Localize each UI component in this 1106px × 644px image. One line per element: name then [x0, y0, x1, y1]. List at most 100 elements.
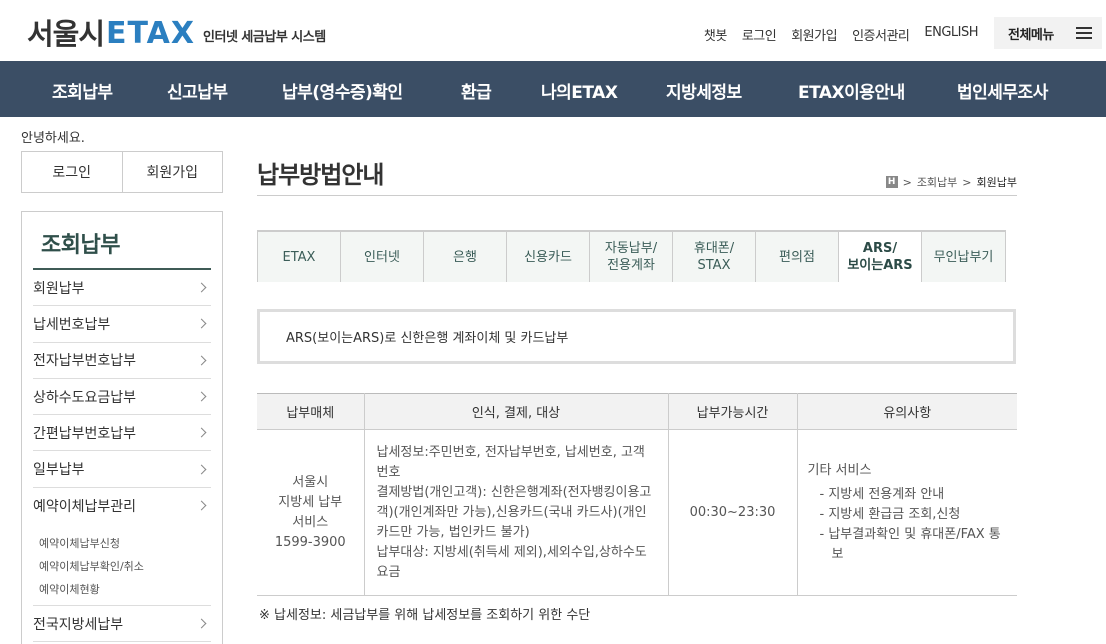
title-divider: [257, 195, 1017, 196]
side-submenu: 예약이체납부신청 예약이체납부확인/취소 예약이체현황: [33, 524, 211, 607]
all-menu-button[interactable]: 전체메뉴: [994, 17, 1102, 49]
chevron-right-icon: [196, 618, 207, 629]
side-menu-title: 조회납부: [33, 212, 211, 270]
util-login-link[interactable]: 로그인: [742, 25, 777, 44]
home-icon[interactable]: H: [885, 176, 898, 188]
desc-target: 납부대상: 지방세(취득세 제외),세외수입,상하수도요금: [376, 544, 647, 580]
tab-convenience-store[interactable]: 편의점: [756, 232, 839, 282]
side-item-label: 상하수도요금납부: [33, 389, 137, 406]
breadcrumb-item-1[interactable]: 조회납부: [917, 174, 957, 190]
side-join-button[interactable]: 회원가입: [121, 152, 223, 192]
side-item-label: 전자납부번호납부: [33, 353, 137, 370]
side-item-label: 간편납부번호납부: [33, 425, 137, 442]
media-line: 지방세 납부: [278, 494, 343, 510]
side-item-label: 예약이체납부관리: [33, 498, 137, 515]
nav-item-inquiry-pay[interactable]: 조회납부: [52, 78, 113, 103]
desc-payment-method: 결제방법(개인고객): 신한은행계좌(전자뱅킹이용고객)(개인계좌만 가능),신…: [376, 484, 652, 540]
tab-label: ARS/: [862, 241, 898, 256]
tab-label: 신용카드: [524, 249, 572, 265]
side-item-partial-pay[interactable]: 일부납부: [33, 451, 211, 488]
logo-seoul-text: 서울시: [27, 17, 105, 51]
chevron-right-icon: [196, 391, 207, 402]
nav-item-corp-audit[interactable]: 법인세무조사: [957, 78, 1048, 103]
cell-notes: 기타 서비스 지방세 전용계좌 안내 지방세 환급금 조회,신청 납부결과확인 …: [797, 429, 1017, 596]
side-item-label: 일부납부: [33, 462, 85, 479]
table-row: 서울시 지방세 납부 서비스 1599-3900 납세정보:주민번호, 전자납부…: [257, 429, 1017, 596]
chevron-right-icon: [196, 282, 207, 293]
logo-etax-text: ETAX: [106, 16, 196, 51]
nav-item-my-etax[interactable]: 나의ETAX: [541, 78, 618, 103]
side-item-label: 회원납부: [33, 280, 85, 297]
side-item-simple-pay[interactable]: 간편납부번호납부: [33, 415, 211, 452]
side-sub-item-reserve-apply[interactable]: 예약이체납부신청: [39, 532, 211, 555]
list-item: 지방세 전용계좌 안내: [818, 485, 1008, 505]
col-header-time: 납부가능시간: [668, 393, 798, 430]
notes-title: 기타 서비스: [807, 462, 872, 478]
util-english-link[interactable]: ENGLISH: [924, 25, 978, 44]
nav-item-refund[interactable]: 환급: [461, 78, 492, 103]
chevron-right-icon: [196, 464, 207, 475]
col-header-desc: 인식, 결제, 대상: [364, 393, 669, 430]
tab-ars[interactable]: ARS/보이는ARS: [839, 232, 922, 282]
side-sub-item-reserve-check[interactable]: 예약이체납부확인/취소: [39, 555, 211, 578]
side-item-water-pay[interactable]: 상하수도요금납부: [33, 379, 211, 416]
greeting-text: 안녕하세요.: [21, 131, 85, 146]
col-header-media: 납부매체: [257, 393, 365, 430]
payment-info-table: 납부매체 인식, 결제, 대상 납부가능시간 유의사항 서울시 지방세 납부 서…: [257, 393, 1017, 596]
media-line: 서비스: [292, 514, 329, 530]
media-line: 서울시: [292, 474, 329, 490]
side-sub-item-reserve-status[interactable]: 예약이체현황: [39, 578, 211, 601]
tab-mobile-stax[interactable]: 휴대폰/STAX: [673, 232, 756, 282]
tab-kiosk[interactable]: 무인납부기: [922, 232, 1005, 282]
tab-label-line2: 보이는ARS: [847, 258, 913, 273]
tab-label: 은행: [453, 249, 477, 265]
list-item: 납부결과확인 및 휴대폰/FAX 통보: [818, 525, 1008, 565]
info-text: ARS(보이는ARS)로 신한은행 계좌이체 및 카드납부: [286, 331, 569, 346]
nav-item-report-pay[interactable]: 신고납부: [167, 78, 228, 103]
side-item-taxno-pay[interactable]: 납세번호납부: [33, 306, 211, 343]
footnote: ※ 납세정보: 세금납부를 위해 납세정보를 조회하기 위한 수단: [259, 608, 591, 623]
cell-time: 00:30~23:30: [668, 429, 798, 596]
chevron-right-icon: [196, 500, 207, 511]
cell-desc: 납세정보:주민번호, 전자납부번호, 납세번호, 고객번호 결제방법(개인고객)…: [364, 429, 669, 596]
chevron-right-icon: [196, 355, 207, 366]
info-box: ARS(보이는ARS)로 신한은행 계좌이체 및 카드납부: [257, 309, 1016, 364]
breadcrumb-sep: >: [962, 175, 972, 189]
tab-label-line2: 전용계좌: [607, 258, 655, 273]
col-header-notes: 유의사항: [797, 393, 1017, 430]
side-item-national-pay[interactable]: 전국지방세납부: [33, 606, 211, 643]
payment-method-tabs: ETAX 인터넷 은행 신용카드 자동납부/전용계좌 휴대폰/STAX 편의점 …: [257, 230, 1006, 282]
side-item-label: 납세번호납부: [33, 316, 111, 333]
side-login-button[interactable]: 로그인: [22, 152, 122, 192]
tab-label: 휴대폰/: [693, 241, 735, 256]
side-item-member-pay[interactable]: 회원납부: [33, 270, 211, 307]
tab-etax[interactable]: ETAX: [258, 232, 341, 282]
tab-bank[interactable]: 은행: [424, 232, 507, 282]
side-item-reserve-pay[interactable]: 예약이체납부관리: [33, 488, 211, 524]
tab-auto-pay[interactable]: 자동납부/전용계좌: [590, 232, 673, 282]
util-cert-link[interactable]: 인증서관리: [852, 25, 910, 44]
util-join-link[interactable]: 회원가입: [791, 25, 837, 44]
nav-item-guide[interactable]: ETAX이용안내: [798, 78, 905, 103]
table-header-row: 납부매체 인식, 결제, 대상 납부가능시간 유의사항: [257, 393, 1017, 430]
utility-links: 챗봇 로그인 회원가입 인증서관리 ENGLISH: [704, 25, 979, 44]
tab-label: ETAX: [282, 249, 316, 265]
breadcrumb-item-2: 회원납부: [976, 176, 1017, 189]
nav-item-receipt[interactable]: 납부(영수증)확인: [282, 78, 403, 103]
util-chatbot-link[interactable]: 챗봇: [704, 25, 727, 44]
tab-internet[interactable]: 인터넷: [341, 232, 424, 282]
tab-credit-card[interactable]: 신용카드: [507, 232, 590, 282]
side-item-epay-no-pay[interactable]: 전자납부번호납부: [33, 343, 211, 379]
site-logo[interactable]: 서울시 ETAX 인터넷 세금납부 시스템: [27, 16, 326, 52]
list-item: 지방세 환급금 조회,신청: [818, 505, 1008, 525]
breadcrumb: H > 조회납부 > 회원납부: [885, 174, 1017, 190]
nav-item-tax-info[interactable]: 지방세정보: [666, 78, 742, 103]
tab-label: 편의점: [779, 249, 815, 265]
media-phone: 1599-3900: [274, 534, 346, 550]
hamburger-icon: [1076, 27, 1092, 39]
all-menu-label: 전체메뉴: [1008, 27, 1054, 43]
notes-list: 지방세 전용계좌 안내 지방세 환급금 조회,신청 납부결과확인 및 휴대폰/F…: [808, 485, 1008, 565]
page-title: 납부방법안내: [257, 161, 384, 189]
tab-label: 자동납부/: [604, 241, 658, 256]
logo-subtitle: 인터넷 세금납부 시스템: [203, 30, 326, 45]
